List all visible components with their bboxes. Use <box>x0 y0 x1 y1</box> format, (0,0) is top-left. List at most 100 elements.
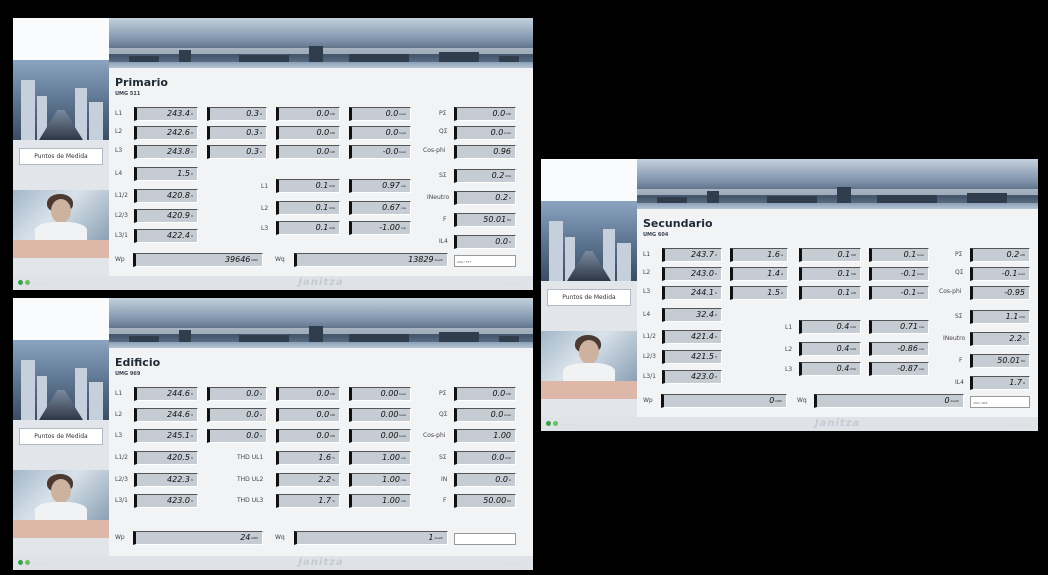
voltage-l1-value: 243.7V <box>662 248 722 262</box>
page-title: Primario <box>115 76 168 89</box>
city-image <box>13 340 109 420</box>
status-dot-icon <box>546 421 551 426</box>
person-photo <box>13 190 109 242</box>
current-l2-value: 1.4A <box>730 267 788 281</box>
total-reactive-value: 0.0kvar <box>454 126 516 140</box>
power-l1-value: 0.0kW <box>276 107 340 121</box>
frequency-value: 50.01Hz <box>970 354 1030 368</box>
apparent-l3-value: 0.1kVA <box>276 221 340 235</box>
total-reactive-value: 0.0kvar <box>454 408 516 422</box>
apparent-l1-value: 0.1kVA <box>276 179 340 193</box>
janitza-logo: Janitza <box>298 557 344 568</box>
status-dot-icon <box>553 421 558 426</box>
total-power-value: 0.2kW <box>970 248 1030 262</box>
total-apparent-value: 0.2kVA <box>454 169 516 183</box>
cosphi-total-value: 0.96 <box>454 145 516 159</box>
cosphi-l1-value: 0.97cos <box>349 179 411 193</box>
total-power-value: 0.0kW <box>454 387 516 401</box>
apparent-l1-value: 0.4kVA <box>799 320 861 334</box>
cosphi-l2-value: 1.00cos <box>349 473 411 487</box>
serial-number: 100 / 003 <box>970 396 1030 408</box>
device-model: UMG 969 <box>115 371 141 377</box>
sidebar: Puntos de Medida · · · · · · <box>541 159 637 431</box>
voltage-l3-value: 243.8V <box>134 145 198 159</box>
voltage-l31-value: 422.4V <box>134 229 198 243</box>
voltage-l1-value: 243.4V <box>134 107 198 121</box>
thd-ul3-value: 1.7% <box>276 494 340 508</box>
current-l4-value: 0.0A <box>454 235 516 249</box>
power-l2-value: 0.0kW <box>276 126 340 140</box>
total-apparent-value: 0.0kVA <box>454 451 516 465</box>
reactive-l1-value: 0.00kvar <box>349 387 411 401</box>
apparent-l3-value: 0.4kVA <box>799 362 861 376</box>
reactive-l3-value: 0.00kvar <box>349 429 411 443</box>
measurements: Primario UMG 511 L1 L2 L3 L4 L1/2 L2/3 L… <box>109 68 533 276</box>
voltage-l23-value: 420.9V <box>134 209 198 223</box>
voltage-l4-value: 1.5V <box>134 167 198 181</box>
voltage-l23-value: 422.3V <box>134 473 198 487</box>
current-l1-value: 1.6A <box>730 248 788 262</box>
voltage-l3-value: 244.1V <box>662 286 722 300</box>
power-l1-value: 0.0kW <box>276 387 340 401</box>
person-photo <box>13 470 109 522</box>
page-title: Secundario <box>643 217 713 230</box>
cosphi-l1-value: 0.71cos <box>869 320 929 334</box>
cosphi-l3-value: -1.00cos <box>349 221 411 235</box>
person-photo <box>541 331 637 383</box>
puntos-de-medida-button[interactable]: Puntos de Medida <box>19 148 103 165</box>
panel-secundario: Puntos de Medida · · · · · · Secundario … <box>541 159 1038 431</box>
panel-primario: Puntos de Medida · · · · · · Primario UM… <box>13 18 533 290</box>
total-power-value: 0.0kW <box>454 107 516 121</box>
voltage-l2-value: 244.6V <box>134 408 198 422</box>
neutral-current-value: 0.0A <box>454 473 516 487</box>
reactive-l3-value: -0.1kvar <box>869 286 929 300</box>
voltage-l12-value: 421.4V <box>662 330 722 344</box>
cosphi-total-value: 1.00 <box>454 429 516 443</box>
cosphi-l2-value: -0.86cos <box>869 342 929 356</box>
reactive-l2-value: 0.00kvar <box>349 408 411 422</box>
voltage-l2-value: 243.0V <box>662 267 722 281</box>
sidebar: Puntos de Medida · · · · · · <box>13 18 109 290</box>
reactive-energy-value: 13829kvarh <box>294 253 448 267</box>
current-l4-value: 1.7A <box>970 376 1030 390</box>
device-model: UMG 604 <box>643 232 669 238</box>
janitza-logo: Janitza <box>814 418 861 429</box>
power-l3-value: 0.1kW <box>799 286 861 300</box>
voltage-l31-value: 423.0V <box>134 494 198 508</box>
reactive-energy-value: 0kvarh <box>814 394 964 408</box>
voltage-l12-value: 420.8V <box>134 189 198 203</box>
total-apparent-value: 1.1kVA <box>970 310 1030 324</box>
status-dot-icon <box>25 560 30 565</box>
current-l3-value: 1.5A <box>730 286 788 300</box>
page-title: Edificio <box>115 356 161 369</box>
reactive-energy-value: 1kvarh <box>294 531 448 545</box>
voltage-l12-value: 420.5V <box>134 451 198 465</box>
neutral-current-value: 0.2A <box>454 191 516 205</box>
puntos-de-medida-button[interactable]: Puntos de Medida <box>547 289 631 306</box>
current-l1-value: 0.3A <box>207 107 267 121</box>
device-model: UMG 511 <box>115 91 141 97</box>
total-reactive-value: -0.1kvar <box>970 267 1030 281</box>
reactive-l2-value: 0.0kvar <box>349 126 411 140</box>
voltage-l3-value: 245.1V <box>134 429 198 443</box>
status-dot-icon <box>25 280 30 285</box>
panel-edificio: Puntos de Medida · · · · · · Edificio UM… <box>13 298 533 570</box>
voltage-l23-value: 421.5V <box>662 350 722 364</box>
power-l3-value: 0.0kW <box>276 145 340 159</box>
city-header <box>109 298 533 348</box>
power-l2-value: 0.1kW <box>799 267 861 281</box>
measurements: Secundario UMG 604 L1 L2 L3 L4 L1/2 L2/3… <box>637 209 1038 417</box>
reactive-l3-value: -0.0kvar <box>349 145 411 159</box>
reactive-l1-value: 0.0kvar <box>349 107 411 121</box>
status-dot-icon <box>18 560 23 565</box>
status-dot-icon <box>18 280 23 285</box>
thd-ul2-value: 2.2% <box>276 473 340 487</box>
power-l1-value: 0.1kW <box>799 248 861 262</box>
voltage-l2-value: 242.6V <box>134 126 198 140</box>
active-energy-value: 0kWh <box>661 394 787 408</box>
neutral-current-value: 2.2A <box>970 332 1030 346</box>
power-l2-value: 0.0kW <box>276 408 340 422</box>
measurements: Edificio UMG 969 L1 L2 L3 L1/2 L2/3 L3/1… <box>109 348 533 556</box>
puntos-de-medida-button[interactable]: Puntos de Medida <box>19 428 103 445</box>
frequency-value: 50.01Hz <box>454 213 516 227</box>
